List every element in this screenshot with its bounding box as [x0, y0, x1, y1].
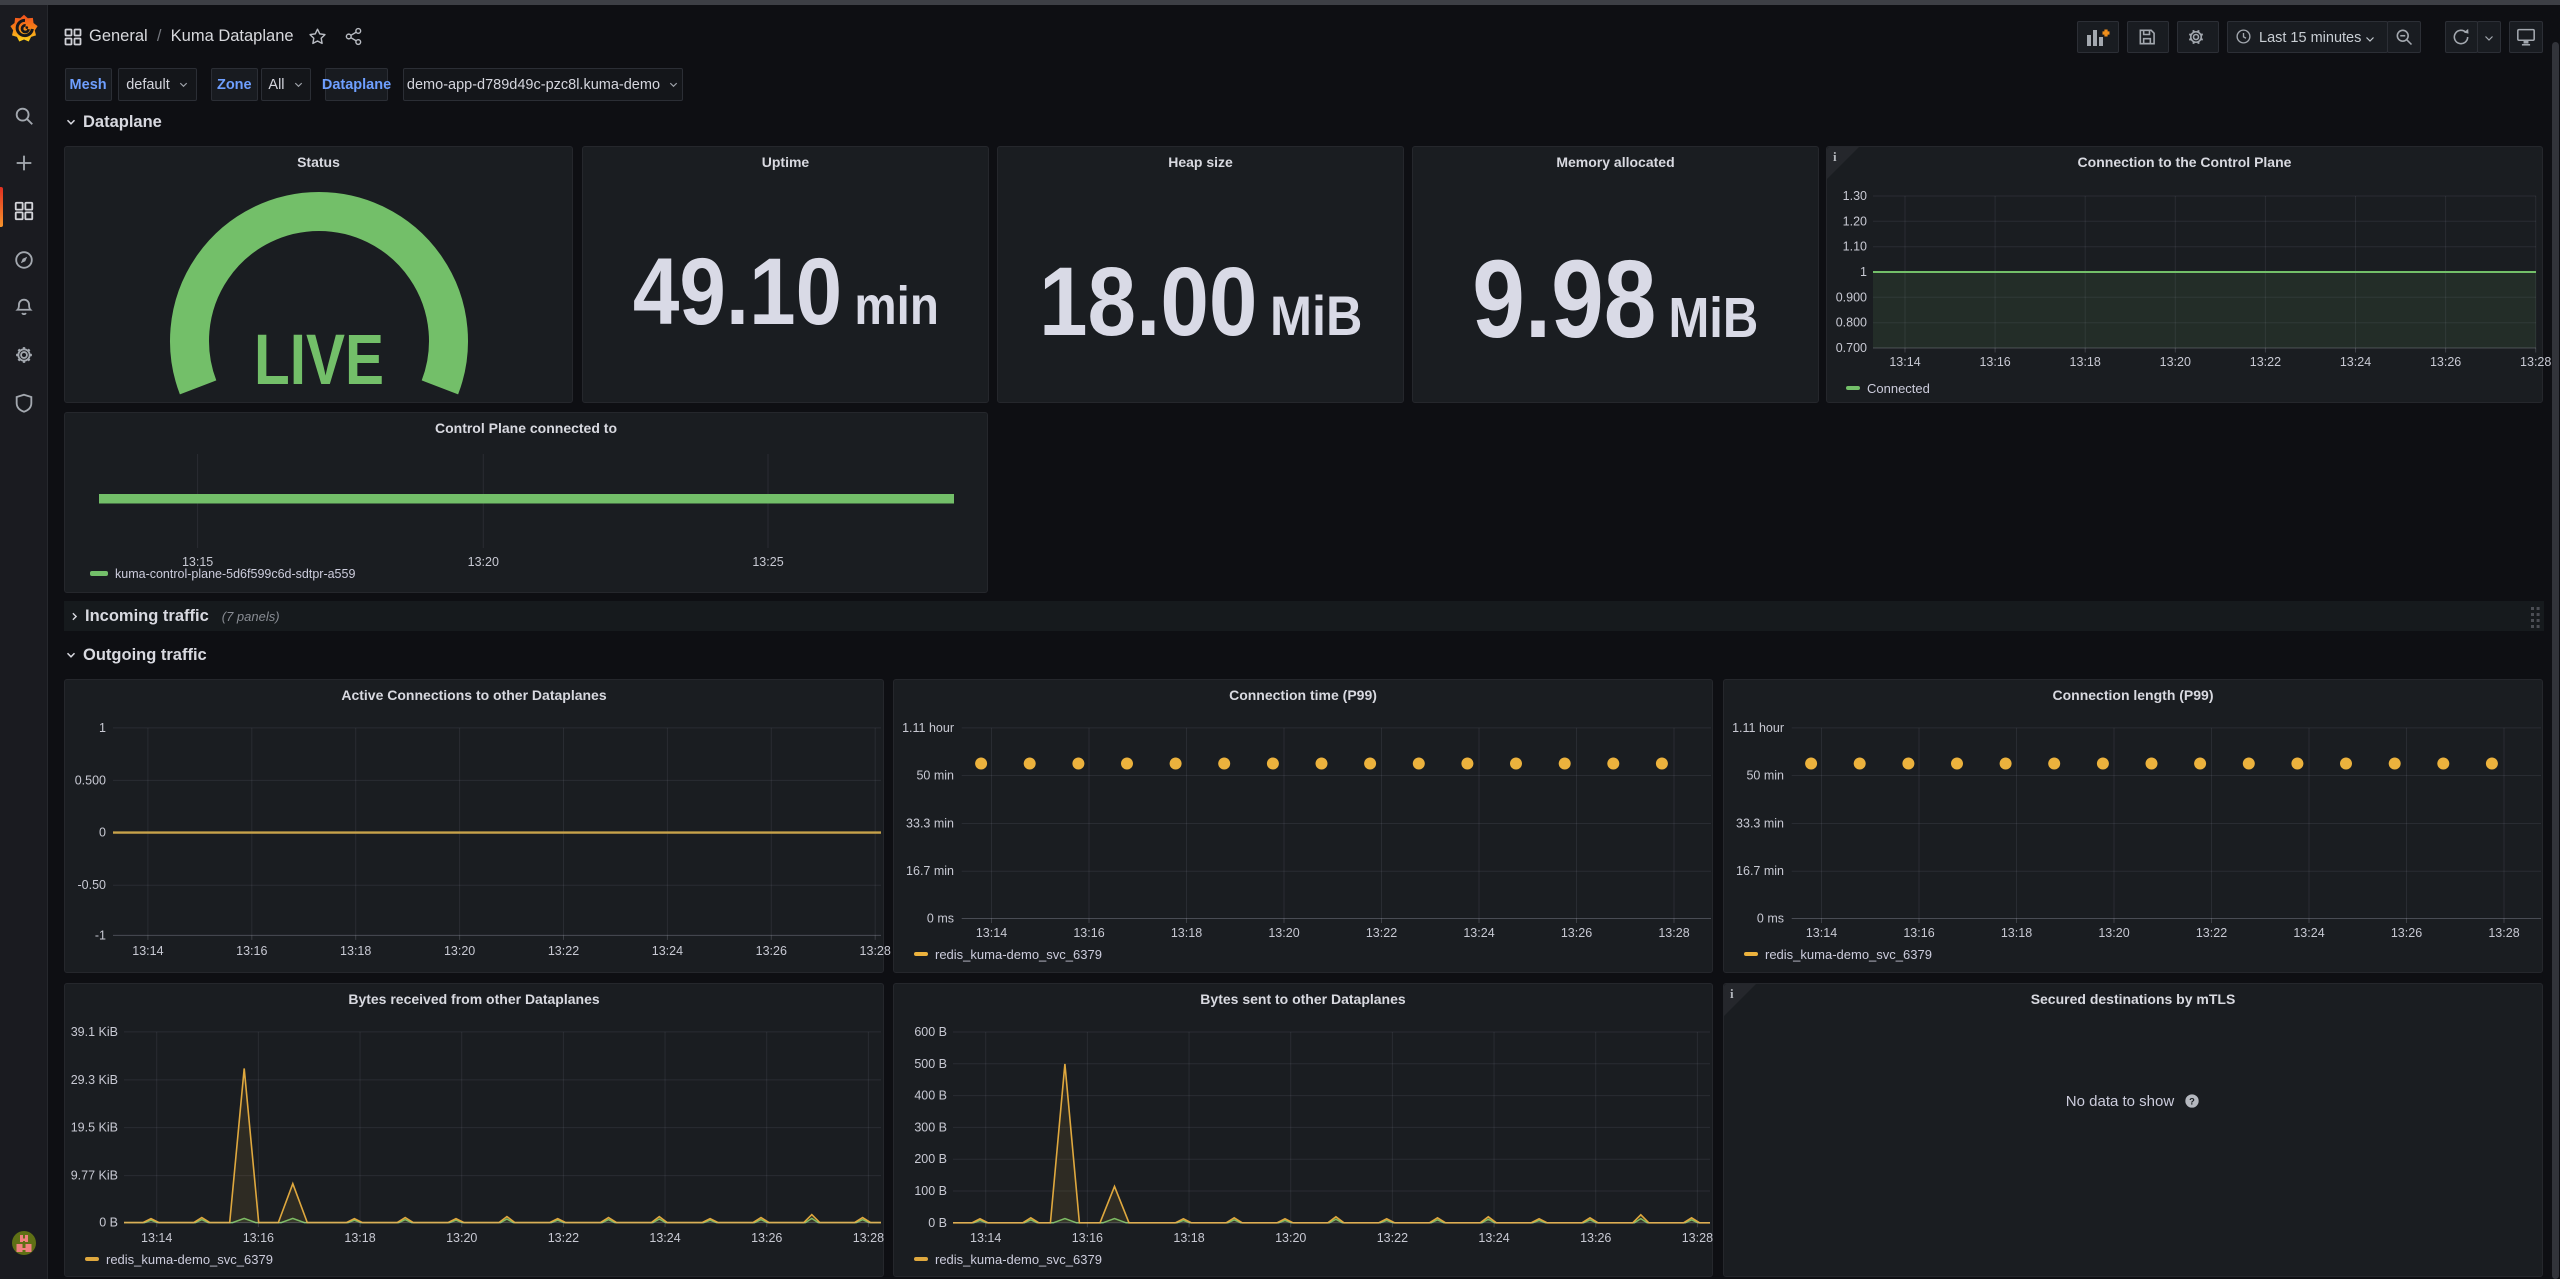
svg-text:13:26: 13:26: [756, 944, 787, 958]
svg-text:?: ?: [2189, 1097, 2195, 1107]
svg-text:100 B: 100 B: [914, 1184, 947, 1198]
svg-text:13:28: 13:28: [1658, 926, 1689, 940]
svg-text:13:16: 13:16: [1072, 1231, 1103, 1245]
svg-text:13:28: 13:28: [2488, 926, 2519, 940]
svg-text:13:16: 13:16: [236, 944, 267, 958]
svg-text:1.20: 1.20: [1843, 214, 1867, 228]
svg-text:13:16: 13:16: [1903, 926, 1934, 940]
svg-text:13:24: 13:24: [1463, 926, 1494, 940]
svg-text:13:24: 13:24: [2293, 926, 2324, 940]
svg-text:50 min: 50 min: [916, 769, 954, 783]
svg-text:300 B: 300 B: [914, 1120, 947, 1134]
svg-text:13:16: 13:16: [1979, 355, 2010, 369]
svg-text:400 B: 400 B: [914, 1089, 947, 1103]
svg-text:1.30: 1.30: [1843, 189, 1867, 203]
svg-text:13:24: 13:24: [649, 1231, 680, 1245]
svg-text:13:14: 13:14: [976, 926, 1007, 940]
svg-text:13:18: 13:18: [1171, 926, 1202, 940]
svg-text:13:14: 13:14: [1806, 926, 1837, 940]
svg-text:33.3 min: 33.3 min: [1736, 817, 1784, 831]
svg-text:13:26: 13:26: [751, 1231, 782, 1245]
svg-text:13:14: 13:14: [132, 944, 163, 958]
svg-text:1: 1: [99, 721, 106, 735]
svg-text:13:28: 13:28: [853, 1231, 884, 1245]
svg-text:13:22: 13:22: [548, 1231, 579, 1245]
svg-text:13:25: 13:25: [752, 555, 783, 569]
svg-text:0 B: 0 B: [99, 1216, 118, 1230]
svg-text:1.11 hour: 1.11 hour: [902, 721, 954, 735]
svg-text:13:26: 13:26: [2430, 355, 2461, 369]
svg-text:33.3 min: 33.3 min: [906, 817, 954, 831]
svg-text:29.3 KiB: 29.3 KiB: [71, 1073, 118, 1087]
svg-text:0.500: 0.500: [75, 773, 106, 787]
svg-text:redis_kuma-demo_svc_6379: redis_kuma-demo_svc_6379: [106, 1252, 273, 1267]
svg-text:13:18: 13:18: [344, 1231, 375, 1245]
svg-text:0.700: 0.700: [1836, 341, 1867, 355]
svg-text:-1: -1: [95, 928, 106, 942]
svg-text:600 B: 600 B: [914, 1025, 947, 1039]
svg-text:13:28: 13:28: [2520, 355, 2551, 369]
svg-text:19.5 KiB: 19.5 KiB: [71, 1121, 118, 1135]
svg-text:0: 0: [99, 826, 106, 840]
svg-text:13:22: 13:22: [548, 944, 579, 958]
svg-text:13:26: 13:26: [1561, 926, 1592, 940]
svg-text:13:18: 13:18: [1173, 1231, 1204, 1245]
svg-text:13:18: 13:18: [2070, 355, 2101, 369]
svg-text:13:24: 13:24: [652, 944, 683, 958]
svg-text:500 B: 500 B: [914, 1057, 947, 1071]
svg-text:13:22: 13:22: [2196, 926, 2227, 940]
svg-text:redis_kuma-demo_svc_6379: redis_kuma-demo_svc_6379: [935, 947, 1102, 962]
svg-text:1.10: 1.10: [1843, 240, 1867, 254]
svg-text:16.7 min: 16.7 min: [1736, 864, 1784, 878]
svg-text:13:20: 13:20: [444, 944, 475, 958]
svg-text:0 ms: 0 ms: [1757, 912, 1784, 926]
svg-text:13:26: 13:26: [1580, 1231, 1611, 1245]
svg-text:13:20: 13:20: [2098, 926, 2129, 940]
svg-text:13:18: 13:18: [340, 944, 371, 958]
svg-text:redis_kuma-demo_svc_6379: redis_kuma-demo_svc_6379: [1765, 947, 1932, 962]
svg-text:0 ms: 0 ms: [927, 912, 954, 926]
svg-text:1: 1: [1860, 265, 1867, 279]
svg-text:13:20: 13:20: [468, 555, 499, 569]
svg-text:13:22: 13:22: [1377, 1231, 1408, 1245]
svg-text:0.900: 0.900: [1836, 290, 1867, 304]
svg-text:Connected: Connected: [1867, 381, 1930, 396]
svg-text:13:14: 13:14: [970, 1231, 1001, 1245]
svg-text:13:22: 13:22: [2250, 355, 2281, 369]
svg-text:13:16: 13:16: [243, 1231, 274, 1245]
svg-text:16.7 min: 16.7 min: [906, 864, 954, 878]
svg-text:50 min: 50 min: [1746, 769, 1784, 783]
svg-text:13:26: 13:26: [2391, 926, 2422, 940]
svg-text:13:28: 13:28: [860, 944, 891, 958]
svg-text:13:18: 13:18: [2001, 926, 2032, 940]
svg-text:13:20: 13:20: [446, 1231, 477, 1245]
svg-text:13:14: 13:14: [141, 1231, 172, 1245]
svg-text:39.1 KiB: 39.1 KiB: [71, 1025, 118, 1039]
svg-text:0 B: 0 B: [928, 1216, 947, 1230]
svg-text:13:24: 13:24: [2340, 355, 2371, 369]
svg-text:LIVE: LIVE: [254, 321, 384, 400]
svg-text:0.800: 0.800: [1836, 316, 1867, 330]
svg-text:13:20: 13:20: [1275, 1231, 1306, 1245]
svg-text:200 B: 200 B: [914, 1152, 947, 1166]
svg-text:13:20: 13:20: [2160, 355, 2191, 369]
svg-text:kuma-control-plane-5d6f599c6d-: kuma-control-plane-5d6f599c6d-sdtpr-a559: [115, 567, 355, 581]
svg-text:9.77 KiB: 9.77 KiB: [71, 1169, 118, 1183]
svg-text:13:16: 13:16: [1073, 926, 1104, 940]
svg-text:redis_kuma-demo_svc_6379: redis_kuma-demo_svc_6379: [935, 1252, 1102, 1267]
svg-text:13:24: 13:24: [1478, 1231, 1509, 1245]
svg-text:13:14: 13:14: [1889, 355, 1920, 369]
svg-text:-0.50: -0.50: [78, 878, 107, 892]
svg-text:13:22: 13:22: [1366, 926, 1397, 940]
svg-text:13:28: 13:28: [1682, 1231, 1713, 1245]
svg-text:13:20: 13:20: [1268, 926, 1299, 940]
svg-text:1.11 hour: 1.11 hour: [1732, 721, 1784, 735]
